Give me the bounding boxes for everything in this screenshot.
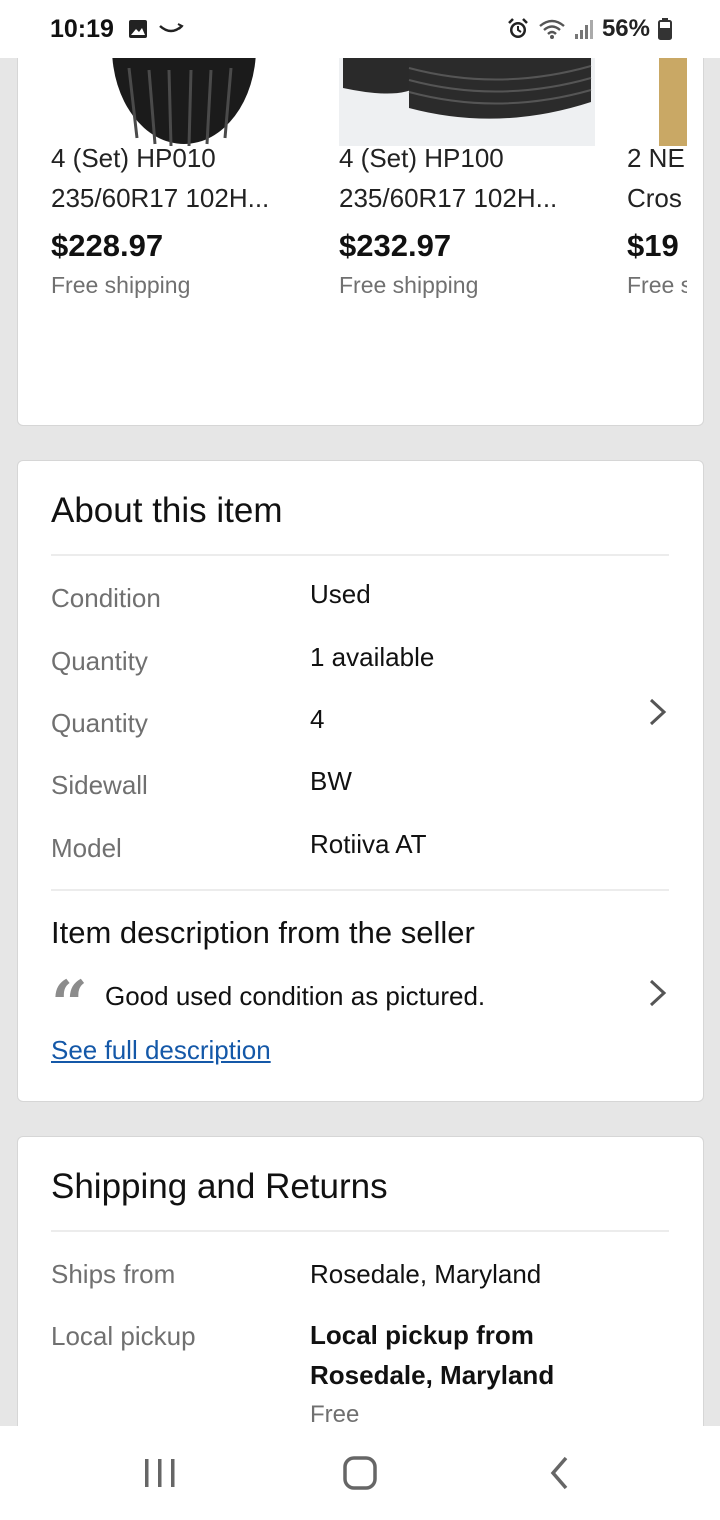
similar-items-card: 4 (Set) HP010 235/60R17 102H... $228.97 … bbox=[17, 58, 704, 426]
product-title: Cros bbox=[627, 183, 682, 213]
about-item-card: About this item Condition Used Quantity … bbox=[17, 460, 704, 1102]
spec-value: 1 available bbox=[310, 642, 435, 672]
spec-label: Sidewall bbox=[51, 770, 148, 800]
spec-label: Model bbox=[51, 833, 122, 863]
spec-value: BW bbox=[310, 766, 352, 796]
local-pickup-cost: Free bbox=[310, 1401, 360, 1426]
product-image bbox=[109, 58, 259, 146]
product-image bbox=[339, 58, 595, 146]
recents-icon bbox=[145, 1459, 175, 1487]
product-price: $19 bbox=[627, 228, 679, 263]
spec-value: Rotiiva AT bbox=[310, 829, 427, 859]
home-button[interactable] bbox=[320, 1443, 400, 1503]
local-pickup-line2: Rosedale, Maryland bbox=[310, 1360, 555, 1390]
spec-label: Quantity bbox=[51, 646, 148, 676]
see-full-description-link[interactable]: See full description bbox=[51, 1035, 271, 1066]
status-time: 10:19 bbox=[50, 14, 114, 43]
divider bbox=[51, 1230, 669, 1232]
alarm-icon bbox=[508, 18, 528, 38]
spec-value: 4 bbox=[310, 704, 325, 734]
quote-icon: “ bbox=[51, 967, 88, 1042]
navigation-bar bbox=[0, 1426, 720, 1520]
status-bar: 10:19 56% bbox=[0, 0, 720, 58]
product-shipping: Free shipping bbox=[51, 272, 191, 298]
product-price: $228.97 bbox=[51, 228, 164, 263]
divider bbox=[51, 554, 669, 556]
ships-from-value: Rosedale, Maryland bbox=[310, 1259, 542, 1289]
home-icon bbox=[343, 1456, 377, 1490]
product-title: 4 (Set) HP010 bbox=[51, 143, 216, 173]
back-icon bbox=[550, 1456, 568, 1490]
description-text: Good used condition as pictured. bbox=[105, 981, 486, 1011]
local-pickup-line1: Local pickup from bbox=[310, 1320, 534, 1350]
recents-button[interactable] bbox=[120, 1443, 200, 1503]
battery-percent: 56% bbox=[601, 15, 650, 42]
gallery-icon bbox=[128, 20, 147, 38]
spec-label: Condition bbox=[51, 583, 161, 613]
product-title: 235/60R17 102H... bbox=[339, 183, 558, 213]
signal-icon bbox=[574, 20, 593, 39]
ships-from-label: Ships from bbox=[51, 1259, 176, 1289]
spec-value: Used bbox=[310, 579, 371, 609]
divider bbox=[51, 889, 669, 891]
description-title: Item description from the seller bbox=[51, 915, 475, 950]
product-price: $232.97 bbox=[339, 228, 452, 263]
back-button[interactable] bbox=[520, 1443, 600, 1503]
product-image bbox=[659, 58, 687, 146]
page-content[interactable]: 4 (Set) HP010 235/60R17 102H... $228.97 … bbox=[0, 58, 720, 1426]
smile-icon bbox=[159, 23, 184, 33]
product-shipping: Free s bbox=[627, 272, 687, 298]
wifi-icon bbox=[539, 19, 565, 39]
shipping-returns-card: Shipping and Returns Ships from Rosedale… bbox=[17, 1136, 704, 1426]
product-title: 235/60R17 102H... bbox=[51, 183, 270, 213]
chevron-right-icon[interactable] bbox=[647, 978, 669, 1008]
about-title: About this item bbox=[51, 491, 283, 530]
product-title: 4 (Set) HP100 bbox=[339, 143, 504, 173]
spec-label: Quantity bbox=[51, 708, 148, 738]
product-shipping: Free shipping bbox=[339, 272, 479, 298]
chevron-right-icon[interactable] bbox=[647, 697, 669, 727]
local-pickup-label: Local pickup bbox=[51, 1321, 196, 1351]
battery-icon bbox=[658, 18, 672, 40]
product-title: 2 NE bbox=[627, 143, 685, 173]
similar-items-carousel[interactable]: 4 (Set) HP010 235/60R17 102H... $228.97 … bbox=[18, 58, 687, 398]
shipping-title: Shipping and Returns bbox=[51, 1167, 388, 1206]
